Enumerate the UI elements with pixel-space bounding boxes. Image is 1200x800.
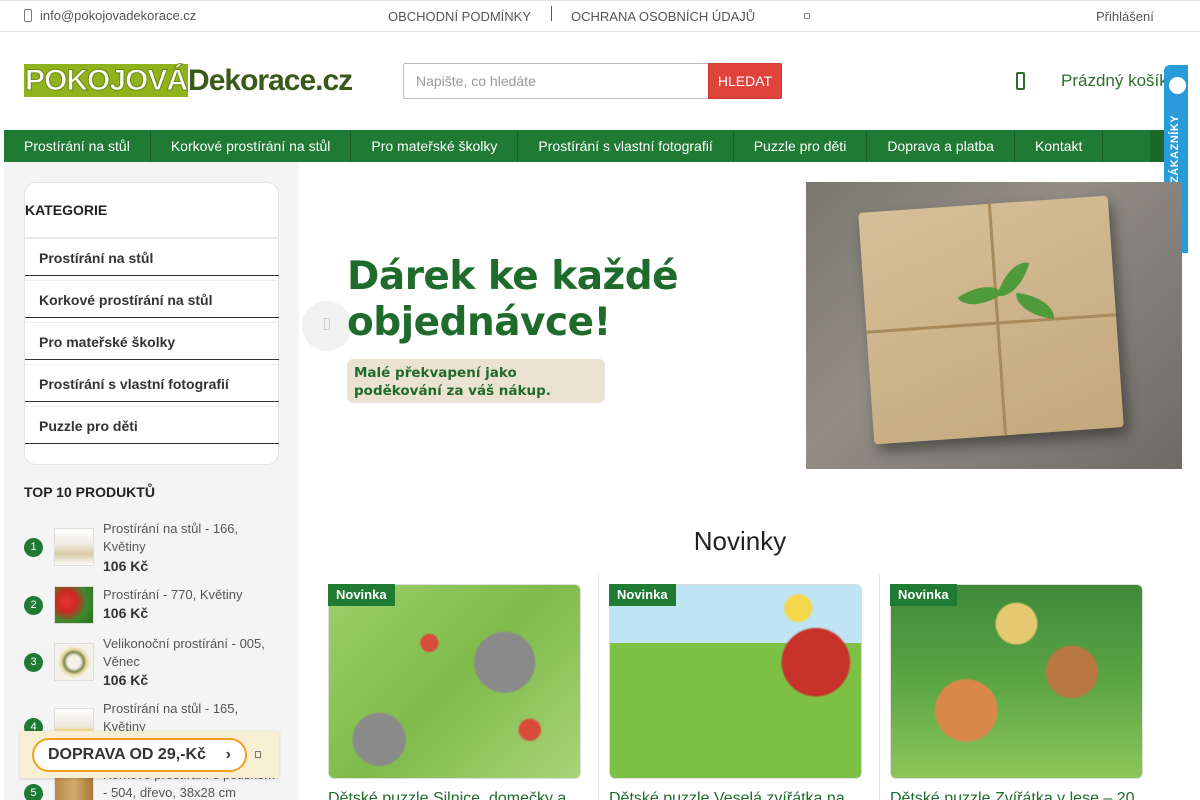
nav-item-skolky[interactable]: Pro mateřské školky (351, 130, 519, 162)
nav-item-korkove[interactable]: Korkové prostírání na stůl (151, 130, 352, 162)
rank-badge: 2 (24, 596, 43, 615)
nav-item-prostirani[interactable]: Prostírání na stůl (4, 130, 151, 162)
phone-icon (24, 9, 32, 22)
card-divider (879, 574, 880, 800)
category-item[interactable]: Pro mateřské školky (25, 322, 279, 360)
product-name[interactable]: Velikonoční prostírání - 005, Věnec (103, 635, 278, 671)
twine (987, 203, 1008, 436)
novinka-tag: Novinka (609, 584, 676, 606)
section-title: Novinky (693, 526, 787, 556)
logo-part2: Dekorace.cz (188, 64, 353, 97)
banner-headline: Dárek ke každé objednávce! (347, 254, 679, 346)
chevron-left-icon (324, 318, 330, 330)
banner-subtext-line2: poděkování za váš nákup. (354, 383, 551, 399)
card-divider (598, 574, 599, 800)
product-image[interactable] (328, 584, 581, 779)
login-link[interactable]: Přihlášení (1096, 9, 1154, 24)
nav-item-doprava[interactable]: Doprava a platba (867, 130, 1015, 162)
nav-item-fotografie[interactable]: Prostírání s vlastní fotografií (518, 130, 734, 162)
product-title[interactable]: Dětské puzzle Veselá zvířátka na (609, 790, 869, 800)
leaf (1014, 292, 1057, 319)
novinka-tag: Novinka (328, 584, 395, 606)
banner-headline-line1: Dárek ke každé (347, 254, 679, 299)
product-thumbnail[interactable] (54, 586, 94, 624)
site-logo[interactable]: POKOJOVÁDekorace.cz (24, 64, 353, 98)
search-form: HLEDAT (403, 63, 782, 99)
product-title[interactable]: Dětské puzzle Silnice, domečky a (328, 790, 588, 800)
product-image[interactable] (609, 584, 862, 779)
contact-email[interactable]: info@pokojovadekorace.cz (24, 8, 196, 23)
shipping-banner: DOPRAVA OD 29,-Kč › (20, 731, 279, 778)
verified-icon (1169, 77, 1186, 94)
rank-badge: 5 (24, 784, 43, 800)
product-name[interactable]: Prostírání - 770, Květiny (103, 586, 278, 604)
language-icon[interactable] (804, 13, 810, 19)
privacy-link[interactable]: OCHRANA OSOBNÍCH ÚDAJŮ (571, 9, 755, 24)
top-products-title: TOP 10 PRODUKTŮ (24, 484, 155, 500)
banner-subtext: Malé překvapení jako poděkování za váš n… (347, 359, 605, 403)
novinka-tag: Novinka (890, 584, 957, 606)
category-item[interactable]: Korkové prostírání na stůl (25, 280, 279, 318)
category-item[interactable]: Prostírání s vlastní fotografií (25, 364, 279, 402)
product-price: 106 Kč (103, 605, 149, 621)
search-input[interactable] (403, 63, 708, 99)
categories-title: KATEGORIE (25, 202, 108, 218)
rank-badge: 3 (24, 653, 43, 672)
product-image[interactable] (890, 584, 1143, 779)
category-item[interactable]: Prostírání na stůl (25, 238, 279, 276)
carousel-prev-button[interactable] (302, 301, 352, 351)
search-button[interactable]: HLEDAT (708, 63, 782, 99)
cart-icon[interactable] (1016, 72, 1025, 90)
chevron-right-icon: › (225, 746, 231, 763)
twine (866, 313, 1117, 334)
category-item[interactable]: Puzzle pro děti (25, 406, 279, 444)
gift-box-image (806, 182, 1182, 469)
top-bar: info@pokojovadekorace.cz OBCHODNÍ PODMÍN… (0, 0, 1200, 32)
nav-item-puzzle[interactable]: Puzzle pro děti (734, 130, 868, 162)
product-thumbnail[interactable] (54, 643, 94, 681)
logo-part1: POKOJOVÁ (24, 64, 189, 98)
nav-item-kontakt[interactable]: Kontakt (1015, 130, 1104, 162)
sidebar: KATEGORIE Prostírání na stůl Korkové pro… (4, 162, 299, 800)
terms-link[interactable]: OBCHODNÍ PODMÍNKY (388, 9, 531, 24)
main-navigation: Prostírání na stůl Korkové prostírání na… (4, 130, 1150, 162)
product-price: 106 Kč (103, 672, 149, 688)
product-title[interactable]: Dětské puzzle Zvířátka v lese – 20 (890, 790, 1150, 800)
category-box: KATEGORIE Prostírání na stůl Korkové pro… (24, 182, 279, 465)
topbar-separator (551, 6, 552, 21)
product-price: 106 Kč (103, 558, 149, 574)
shipping-label: DOPRAVA OD 29,-Kč (48, 746, 206, 763)
email-text[interactable]: info@pokojovadekorace.cz (40, 8, 196, 23)
banner-subtext-line1: Malé překvapení jako (354, 365, 517, 381)
gift-box (858, 195, 1124, 445)
cart-label[interactable]: Prázdný košík (1061, 71, 1168, 91)
shipping-button[interactable]: DOPRAVA OD 29,-Kč › (32, 738, 247, 772)
banner-headline-line2: objednávce! (347, 300, 611, 345)
hero-banner[interactable]: Dárek ke každé objednávce! Malé překvape… (299, 162, 1184, 482)
close-icon[interactable] (255, 751, 261, 758)
